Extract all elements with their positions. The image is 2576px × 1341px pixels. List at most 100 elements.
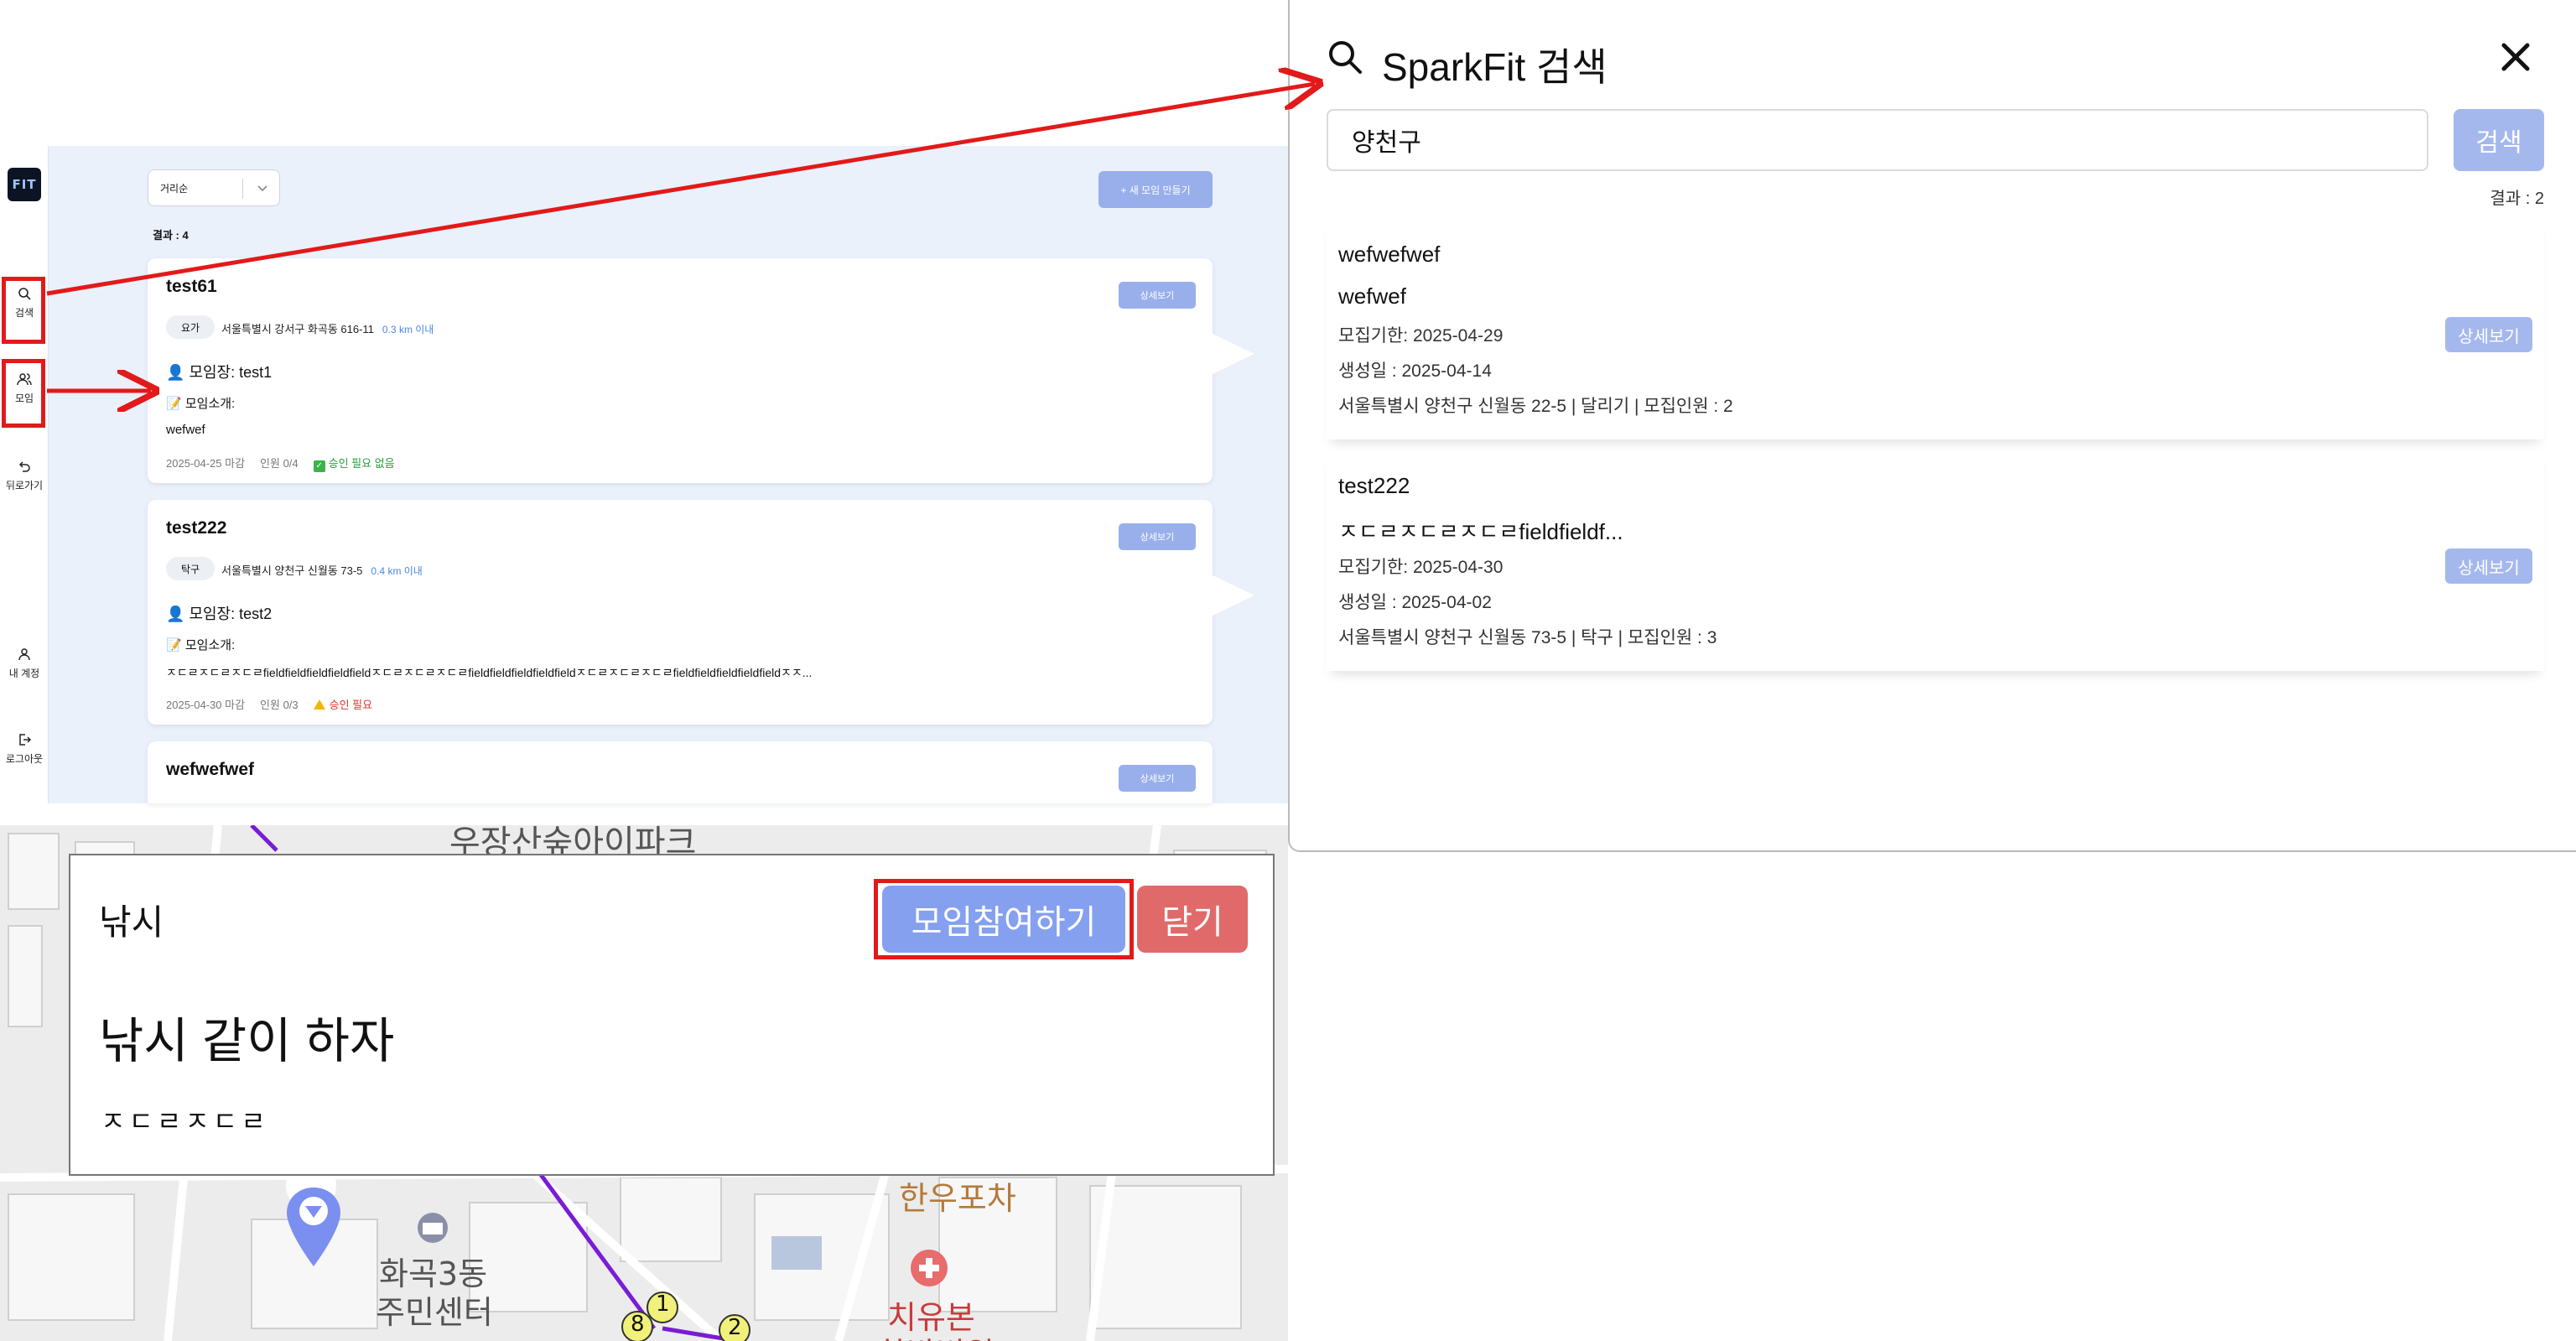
sidebar-item-label: 모임 xyxy=(14,392,34,404)
search-icon xyxy=(18,288,31,300)
card-meta: 2025-04-30 마감 인원 0/3 승인 필요 xyxy=(166,696,387,712)
sort-value: 거리순 xyxy=(160,182,189,195)
sidebar-item-meetings[interactable]: 모임 xyxy=(3,372,45,405)
card-meta: 2025-04-25 마감 인원 0/4 ✓ 승인 필요 없음 xyxy=(166,455,410,472)
new-meeting-button[interactable]: + 새 모임 만들기 xyxy=(1098,171,1213,208)
screenshot-root: FIT 검색 모임 뒤로가기 내 계정 로그아웃 거리순 + 새 모임 만들기 … xyxy=(0,0,2576,1341)
members-text: 인원 0/4 xyxy=(260,457,299,470)
map-marker-label: 2 xyxy=(728,1315,742,1340)
map-marker-label: 1 xyxy=(656,1292,670,1317)
card-title: test61 xyxy=(166,277,217,296)
modal-text: ㅈㄷㄹㅈㄷㄹ xyxy=(101,1106,269,1136)
deadline-text: 2025-04-25 마감 xyxy=(166,457,246,470)
meeting-detail-modal: 낚시 모임참여하기 닫기 낚시 같이 하자 ㅈㄷㄹㅈㄷㄹ xyxy=(69,854,1275,1176)
people-icon xyxy=(17,373,32,386)
search-input[interactable]: 양천구 xyxy=(1327,109,2428,171)
map-marker-label: 8 xyxy=(631,1312,645,1337)
sort-select[interactable]: 거리순 xyxy=(148,169,280,206)
search-result-item[interactable]: wefwefwef wefwef 모집기한: 2025-04-29 생성일 : … xyxy=(1327,220,2544,439)
meeting-list-app: FIT 검색 모임 뒤로가기 내 계정 로그아웃 거리순 + 새 모임 만들기 … xyxy=(0,146,1288,803)
detail-button[interactable]: 상세보기 xyxy=(1119,765,1196,792)
sidebar-item-label: 내 계정 xyxy=(8,668,40,679)
sidebar-item-label: 뒤로가기 xyxy=(5,480,44,491)
result-deadline: 모집기한: 2025-04-30 xyxy=(1338,558,1504,577)
result-description: ㅈㄷㄹㅈㄷㄹㅈㄷㄹfieldfieldf... xyxy=(1338,519,1623,544)
card-intro-label: 📝 모임소개: xyxy=(166,636,235,653)
sidebar-item-back[interactable]: 뒤로가기 xyxy=(3,460,45,492)
result-created: 생성일 : 2025-04-02 xyxy=(1338,593,1492,612)
result-detail-button[interactable]: 상세보기 xyxy=(2445,317,2532,352)
card-intro-label: 📝 모임소개: xyxy=(166,394,235,412)
address-text: 서울특별시 양천구 신월동 73-5 xyxy=(221,564,363,577)
approval-status: 승인 필요 xyxy=(313,699,373,711)
meeting-card[interactable]: test61 상세보기 요가 서울특별시 강서구 화곡동 616-11 0.3 k… xyxy=(148,258,1254,483)
check-icon: ✓ xyxy=(313,460,325,472)
card-intro-text: ㅈㄷㄹㅈㄷㄹㅈㄷㄹfieldfieldfieldfieldfieldㅈㄷㄹㅈㄷㄹ… xyxy=(166,666,813,679)
undo-icon xyxy=(18,461,30,472)
warning-icon xyxy=(313,699,325,709)
intro-label: 모임소개: xyxy=(184,397,236,411)
result-name: test222 xyxy=(1338,473,1410,498)
intro-label: 모임소개: xyxy=(184,638,236,652)
result-name: wefwefwef xyxy=(1338,242,1441,267)
card-leader: 👤 모임장: test2 xyxy=(166,602,272,624)
result-deadline: 모집기한: 2025-04-29 xyxy=(1338,326,1504,346)
leader-text: 모임장: test1 xyxy=(189,364,273,381)
card-leader: 👤 모임장: test1 xyxy=(166,361,272,382)
search-button[interactable]: 검색 xyxy=(2454,109,2544,171)
memo-icon: 📝 xyxy=(166,638,182,652)
distance-text: 0.3 km 이내 xyxy=(382,324,434,335)
leader-text: 모임장: test2 xyxy=(189,606,273,622)
result-created: 생성일 : 2025-04-14 xyxy=(1338,361,1492,381)
approval-status: ✓ 승인 필요 없음 xyxy=(313,457,395,472)
card-notch xyxy=(1213,575,1254,616)
logout-icon xyxy=(19,734,31,746)
members-text: 인원 0/3 xyxy=(260,699,299,711)
close-icon[interactable] xyxy=(2499,40,2532,74)
result-description: wefwef xyxy=(1338,283,1406,309)
result-detail-button[interactable]: 상세보기 xyxy=(2445,548,2532,584)
sidebar-item-account[interactable]: 내 계정 xyxy=(3,647,45,680)
card-address: 서울특별시 강서구 화곡동 616-11 0.3 km 이내 xyxy=(221,320,434,336)
card-intro-text: wefwef xyxy=(166,423,205,437)
chevron-down-icon xyxy=(257,185,267,192)
result-info: 서울특별시 양천구 신월동 73-5 | 탁구 | 모집인원 : 3 xyxy=(1338,628,1717,647)
detail-button[interactable]: 상세보기 xyxy=(1119,523,1196,550)
modal-description: 낚시 같이 하자 xyxy=(99,1014,395,1068)
sidebar-item-search[interactable]: 검색 xyxy=(3,287,45,320)
modal-title: 낚시 xyxy=(99,902,164,942)
result-count: 결과 : 4 xyxy=(153,229,189,242)
address-text: 서울특별시 강서구 화곡동 616-11 xyxy=(221,323,374,335)
category-tag: 탁구 xyxy=(166,557,216,580)
join-highlight-box xyxy=(874,879,1134,959)
card-address: 서울특별시 양천구 신월동 73-5 0.4 km 이내 xyxy=(221,562,423,578)
map-label-restaurant: 한우포차 xyxy=(899,1180,1016,1217)
person-icon: 👤 xyxy=(166,606,185,622)
result-info: 서울특별시 양천구 신월동 22-5 | 달리기 | 모집인원 : 2 xyxy=(1338,397,1733,416)
search-overlay: SparkFit 검색 양천구 검색 결과 : 2 wefwefwef wefw… xyxy=(1288,0,2576,852)
sidebar: FIT 검색 모임 뒤로가기 내 계정 로그아웃 xyxy=(0,146,49,803)
person-icon: 👤 xyxy=(166,364,185,381)
divider xyxy=(242,179,243,199)
sidebar-item-label: 검색 xyxy=(14,307,34,319)
distance-text: 0.4 km 이내 xyxy=(371,565,423,577)
search-title: SparkFit 검색 xyxy=(1382,45,1607,89)
memo-icon: 📝 xyxy=(166,397,182,411)
card-notch xyxy=(1213,334,1254,374)
logo: FIT xyxy=(8,168,41,201)
approval-text: 승인 필요 없음 xyxy=(328,457,395,470)
category-tag: 요가 xyxy=(166,315,216,339)
meeting-card[interactable]: wefwefwef 상세보기 xyxy=(148,741,1213,803)
close-modal-button[interactable]: 닫기 xyxy=(1137,886,1248,953)
detail-button[interactable]: 상세보기 xyxy=(1119,282,1196,309)
sidebar-item-label: 로그아웃 xyxy=(5,753,44,765)
card-title: test222 xyxy=(166,518,227,538)
deadline-text: 2025-04-30 마감 xyxy=(166,699,246,711)
search-icon xyxy=(1329,41,1362,74)
user-icon xyxy=(18,648,30,661)
search-result-item[interactable]: test222 ㅈㄷㄹㅈㄷㄹㅈㄷㄹfieldfieldf... 모집기한: 20… xyxy=(1327,451,2544,671)
sidebar-item-logout[interactable]: 로그아웃 xyxy=(3,733,45,766)
approval-text: 승인 필요 xyxy=(329,699,373,711)
meeting-card[interactable]: test222 상세보기 탁구 서울특별시 양천구 신월동 73-5 0.4 km… xyxy=(148,500,1254,725)
card-title: wefwefwef xyxy=(166,760,255,779)
